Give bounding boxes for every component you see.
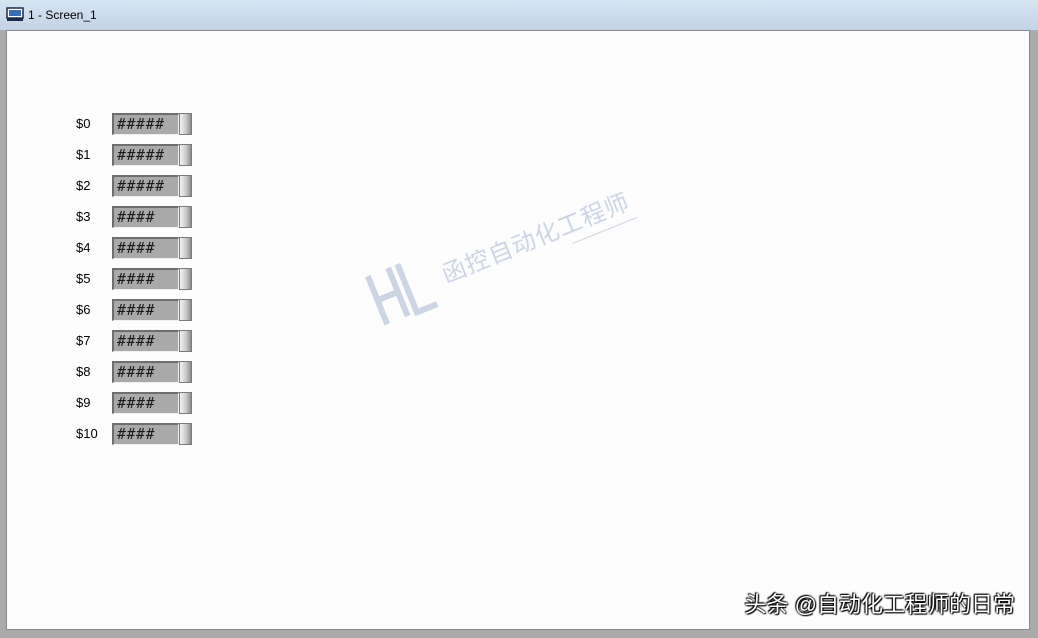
io-field[interactable]: #### (112, 237, 179, 259)
h-logo-icon (364, 262, 439, 326)
tag-label: $1 (76, 147, 91, 162)
io-field[interactable]: #### (112, 392, 179, 414)
monitor-icon (6, 7, 24, 21)
tag-label: $9 (76, 395, 91, 410)
tag-label: $6 (76, 302, 91, 317)
io-field[interactable]: #### (112, 361, 179, 383)
credit-watermark: 头条 @自动化工程师的日常 (744, 592, 1015, 617)
io-field[interactable]: ##### (112, 175, 179, 197)
spin-button[interactable] (179, 206, 192, 228)
window-title: 1 - Screen_1 (28, 8, 97, 22)
spin-button[interactable] (179, 423, 192, 445)
io-field[interactable]: #### (112, 330, 179, 352)
tag-label: $5 (76, 271, 91, 286)
tag-label: $10 (76, 426, 98, 441)
spin-button[interactable] (179, 299, 192, 321)
tag-label: $4 (76, 240, 91, 255)
spin-button[interactable] (179, 237, 192, 259)
tag-label: $7 (76, 333, 91, 348)
spin-button[interactable] (179, 330, 192, 352)
window-titlebar[interactable]: 1 - Screen_1 (0, 0, 1038, 31)
io-field[interactable]: ##### (112, 113, 179, 135)
watermark-text: 函控自动化工程师 (438, 188, 634, 289)
spin-button[interactable] (179, 361, 192, 383)
io-field[interactable]: ##### (112, 144, 179, 166)
spin-button[interactable] (179, 144, 192, 166)
spin-button[interactable] (179, 392, 192, 414)
tag-label: $0 (76, 116, 91, 131)
watermark: 函控自动化工程师 (358, 189, 638, 337)
spin-button[interactable] (179, 175, 192, 197)
io-field[interactable]: #### (112, 423, 179, 445)
spin-button[interactable] (179, 113, 192, 135)
tag-label: $2 (76, 178, 91, 193)
io-field[interactable]: #### (112, 268, 179, 290)
tag-label: $3 (76, 209, 91, 224)
io-field[interactable]: #### (112, 299, 179, 321)
tag-label: $8 (76, 364, 91, 379)
screen-canvas: $0 ##### $1 ##### $2 ##### $3 #### $4 #### $5 #### $… (6, 30, 1030, 630)
spin-button[interactable] (179, 268, 192, 290)
io-field[interactable]: #### (112, 206, 179, 228)
